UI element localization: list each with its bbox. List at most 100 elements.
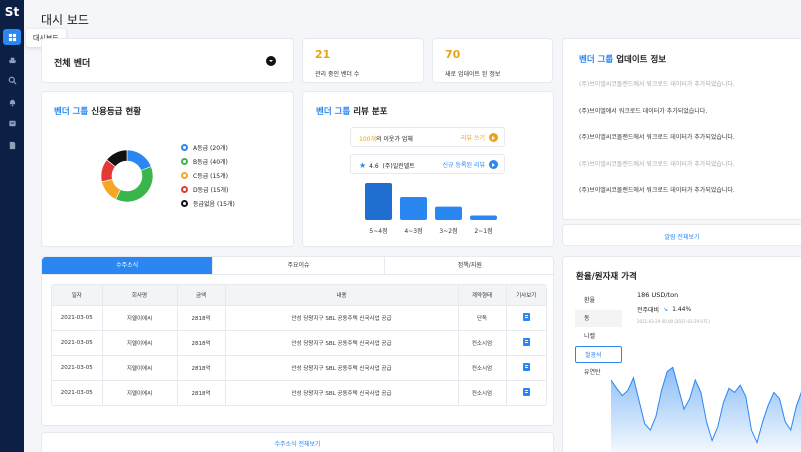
bell-icon[interactable] [3,94,21,110]
ship-icon[interactable] [3,51,21,67]
search-icon[interactable] [3,72,21,88]
write-review-link[interactable]: 리뷰 쓰기 [461,133,498,142]
arrow-right-icon [489,160,498,169]
star-icon: ★ [359,161,367,170]
arrow-right-icon [489,133,498,142]
cell-company: 지엘이에씨 [102,329,178,355]
cell-contract: 단독 [458,304,507,330]
credit-donut-chart [100,149,154,203]
credit-title: 벤더 그룹 신용등급 현황 [54,105,141,117]
updates-title-accent: 벤더 그룹 [579,55,614,65]
column-header: 내용 [225,285,459,305]
column-header: 계약형태 [458,285,507,305]
article-icon[interactable] [522,337,530,346]
stat-label: 새로 업데이트 된 정보 [445,71,501,78]
chevron-down-icon[interactable] [266,56,276,66]
review-summary-text: 의 이웃가 업체 [375,136,413,143]
updates-title-text: 업데이트 정보 [616,55,667,65]
price-area-chart [611,366,801,452]
legend-item: D등급 (15개) [181,182,235,196]
cell-date: 2021-03-05 [52,304,103,330]
new-reviews-label: 신규 등록된 리뷰 [442,162,485,169]
update-item[interactable]: (주)브이엘씨코몰랜드에서 워크로드 데이터가 추가되었습니다. [579,79,779,106]
cell-article [506,329,546,355]
new-reviews-link[interactable]: 신규 등록된 리뷰 [443,160,498,169]
update-item[interactable]: (주)브이엘씨코몰랜드에서 워크로드 데이터가 추가되었습니다. [579,185,779,212]
view-all-alerts-link[interactable]: 알림 전체보기 [563,232,801,241]
tab-policy[interactable]: 정책/지원 [384,257,555,275]
legend-dot [181,185,188,193]
review-bar [435,206,462,220]
cell-date: 2021-03-05 [52,354,103,380]
table-row[interactable]: 2021-03-05 지엘이에씨 2818억 안성 당왕지구 SBL 공동주택 … [52,379,546,405]
cell-date: 2021-03-05 [52,379,103,405]
stat-value: 70 [445,48,461,61]
article-icon[interactable] [522,362,530,371]
news-more: 수주소식 전체보기 [41,432,554,452]
article-icon[interactable] [522,312,530,321]
bar-label: 2~1점 [474,228,492,235]
price-change-label: 전주대비 [637,307,660,314]
cell-article [506,354,546,380]
commodity-item[interactable]: 동 [575,310,622,327]
cell-amount: 2818억 [177,379,226,405]
bar-label: 4~3점 [404,228,422,235]
legend-dot [181,157,188,165]
dashboard-icon[interactable] [3,29,21,45]
legend-label: D등급 (15개) [193,186,229,194]
review-title-text: 리뷰 분포 [353,107,388,117]
price-change-value: 1.44% [672,306,692,313]
review-bar-chart: 5~4점 4~3점 3~2점 2~1점 [365,183,497,235]
donut-slice [126,149,152,171]
bar-label: 5~4점 [369,228,387,235]
price-area [611,367,801,452]
vendor-select[interactable]: 전체 벤더 [41,38,294,83]
review-summary: 100개의 이웃가 업체 [359,134,413,143]
stat-value: 21 [315,48,331,61]
stat-card-vendors: 21 관리 중인 벤더 수 [302,38,424,83]
sidebar: St [0,0,24,452]
vendor-select-label: 전체 벤더 [54,59,91,69]
review-bar [365,183,392,220]
review-latest: ★ 4.6 (주)일린델트 [359,161,415,170]
price-value: 186 USD/ton [637,291,679,299]
review-title: 벤더 그룹 리뷰 분포 [316,105,387,117]
news-card: 수주소식 주요이슈 정책/지원 일자 회사명 금액 내용 계약형태 기사보기 2… [41,256,555,426]
document-icon[interactable] [3,137,21,153]
cell-company: 지엘이에씨 [102,354,178,380]
update-item[interactable]: (주)브이엘에서 워크로드 데이터가 추가되었습니다. [579,106,779,133]
legend-item: C등급 (15개) [181,168,235,182]
update-item[interactable]: (주)브이엘씨코몰랜드에서 워크로드 데이터가 추가되었습니다. [579,159,779,186]
update-item[interactable]: (주)브이엘씨코몰랜드에서 워크로드 데이터가 추가되었습니다. [579,132,779,159]
stat-label: 관리 중인 벤더 수 [315,71,360,78]
tab-orders[interactable]: 수주소식 [42,257,214,275]
tab-issues[interactable]: 주요이슈 [213,257,385,275]
credit-card: 벤더 그룹 신용등급 현황 A등급 (20개) B등급 (40개) C등급 (1… [41,91,294,247]
cell-contract: 컨소시엄 [458,354,507,380]
table-row[interactable]: 2021-03-05 지엘이에씨 2818억 안성 당왕지구 SBL 공동주택 … [52,354,546,380]
legend-item: A등급 (20개) [181,140,235,154]
cell-date: 2021-03-05 [52,329,103,355]
legend-label: C등급 (15개) [193,172,228,180]
cell-company: 지엘이에씨 [102,304,178,330]
cell-content: 안성 당왕지구 SBL 공동주택 신국사업 공급 [225,304,459,330]
price-card: 환율/원자재 가격 환율 동 니켈 철광석 유연탄 186 USD/ton 전주… [562,256,801,452]
review-company: (주)일린델트 [382,163,415,170]
price-change: 전주대비 ↘ 1.44% [637,305,691,314]
commodity-item[interactable]: 환율 [575,292,622,309]
updates-list: (주)브이엘씨코몰랜드에서 워크로드 데이터가 추가되었습니다. (주)브이엘에… [579,79,779,212]
cell-article [506,304,546,330]
app-logo[interactable]: St [4,5,20,19]
table-row[interactable]: 2021-03-05 지엘이에씨 2818억 안성 당왕지구 SBL 공동주택 … [52,304,546,330]
bar-label: 3~2점 [439,228,457,235]
cell-company: 지엘이에씨 [102,379,178,405]
box-icon[interactable] [3,115,21,131]
cell-amount: 2818억 [177,329,226,355]
view-all-orders-link[interactable]: 수주소식 전체보기 [42,439,553,448]
news-tabs: 수주소식 주요이슈 정책/지원 [42,257,555,275]
cell-contract: 컨소시엄 [458,329,507,355]
review-summary-box: 100개의 이웃가 업체 리뷰 쓰기 [350,127,505,147]
donut-slice [115,166,154,203]
table-row[interactable]: 2021-03-05 지엘이에씨 2818억 안성 당왕지구 SBL 공동주택 … [52,329,546,355]
article-icon[interactable] [522,387,530,396]
